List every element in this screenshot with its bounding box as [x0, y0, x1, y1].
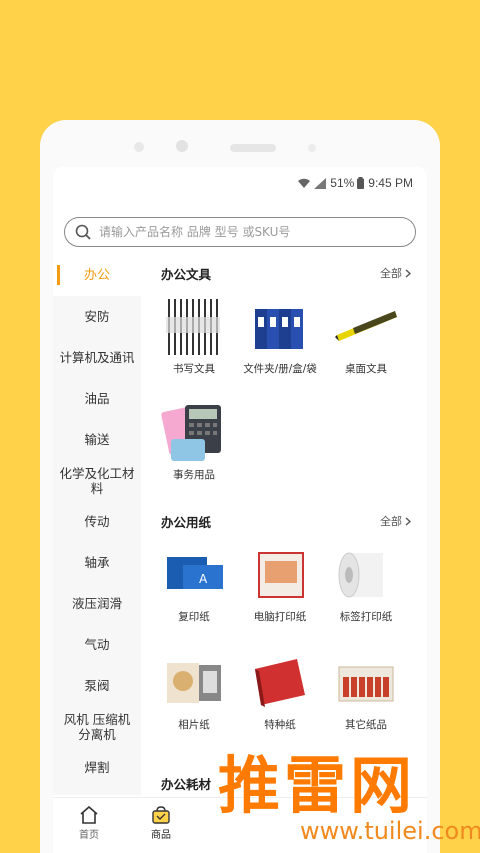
home-icon [80, 806, 98, 824]
product-tile[interactable]: 标签打印纸 [323, 543, 409, 624]
sidebar-item-chemical[interactable]: 化学及化工材料 [53, 460, 141, 501]
sidebar-item-transmission[interactable]: 传动 [53, 501, 141, 542]
sidebar-item-label: 油品 [84, 391, 110, 406]
product-label: 复印纸 [178, 611, 210, 623]
product-label: 文件夹/册/盒/袋 [243, 363, 317, 375]
sidebar-item-bearing[interactable]: 轴承 [53, 542, 141, 583]
wifi-icon [298, 178, 311, 188]
sidebar-item-label: 计算机及通讯 [59, 350, 135, 365]
other-paper-image [333, 651, 399, 715]
sidebar-item-label: 气动 [84, 637, 110, 652]
watermark-url: www.tuilei.com [300, 817, 480, 845]
category-header: 办公用纸 全部 [161, 511, 411, 531]
product-tile[interactable]: 其它纸品 [323, 651, 409, 732]
pens-image [161, 295, 227, 359]
tab-products[interactable]: 商品 [125, 798, 197, 853]
product-tile[interactable]: 事务用品 [151, 401, 237, 482]
product-label: 电脑打印纸 [253, 611, 307, 623]
sidebar-item-label: 传动 [84, 514, 110, 529]
clock: 9:45 PM [368, 176, 413, 190]
watermark: 推雷网 www.tuilei.com [214, 735, 480, 853]
sensor-dot [308, 144, 316, 152]
sidebar-item-label: 风机 压缩机 分离机 [63, 711, 131, 742]
product-label: 标签打印纸 [339, 611, 393, 623]
sidebar-item-security[interactable]: 安防 [53, 296, 141, 337]
category-title: 办公文具 [161, 266, 212, 282]
sidebar-item-computer[interactable]: 计算机及通讯 [53, 337, 141, 378]
view-all-link[interactable]: 全部 [380, 265, 411, 281]
sidebar-item-conveying[interactable]: 输送 [53, 419, 141, 460]
search-bar[interactable] [64, 217, 416, 247]
sidebar-item-pump-valve[interactable]: 泵阀 [53, 665, 141, 706]
label-roll-image [333, 543, 399, 607]
photo-paper-image [161, 651, 227, 715]
desk-stationery-image [333, 295, 399, 359]
battery-icon [357, 177, 365, 189]
sidebar-item-label: 轴承 [84, 555, 110, 570]
product-label: 相片纸 [178, 719, 210, 731]
svg-text:A: A [199, 572, 208, 586]
tab-label: 首页 [79, 830, 99, 841]
product-tile[interactable]: 特种纸 [237, 651, 323, 732]
sidebar-item-label: 泵阀 [84, 678, 110, 693]
product-label: 事务用品 [173, 469, 215, 481]
category-header: 办公文具 全部 [161, 263, 411, 283]
search-input[interactable] [99, 225, 399, 239]
product-label: 特种纸 [264, 719, 296, 731]
battery-percent: 51% [330, 176, 355, 190]
sidebar-item-label: 安防 [84, 309, 110, 324]
sidebar-item-welding[interactable]: 焊割 [53, 747, 141, 788]
watermark-title: 推雷网 [218, 749, 417, 822]
copy-paper-image: A [161, 543, 227, 607]
folders-image [247, 295, 313, 359]
chevron-right-icon [405, 268, 411, 278]
sidebar-item-label: 液压润滑 [71, 596, 122, 611]
category-title: 办公用纸 [161, 514, 212, 530]
product-tile[interactable]: 书写文具 [151, 295, 237, 376]
sidebar-item-label: 输送 [84, 432, 110, 447]
sensor-dot [134, 142, 144, 152]
earpiece-speaker [230, 144, 276, 152]
calculator-image [161, 401, 227, 465]
product-label: 其它纸品 [345, 719, 387, 731]
category-sidebar: 办公 安防 计算机及通讯 油品 输送 化学及化工材料 传动 轴承 液压润滑 气动… [53, 255, 141, 795]
status-bar: 51% 9:45 PM [53, 167, 427, 199]
sidebar-item-label: 办公 [83, 268, 110, 283]
sidebar-item-oil[interactable]: 油品 [53, 378, 141, 419]
chevron-right-icon [405, 516, 411, 526]
front-camera [176, 140, 188, 152]
sidebar-item-pneumatic[interactable]: 气动 [53, 624, 141, 665]
sidebar-item-hydraulic[interactable]: 液压润滑 [53, 583, 141, 624]
signal-icon [314, 177, 327, 189]
sidebar-item-label: 化学及化工材料 [59, 465, 135, 496]
search-icon [75, 224, 91, 240]
tab-home[interactable]: 首页 [53, 798, 125, 853]
sidebar-item-fan-compressor[interactable]: 风机 压缩机 分离机 [53, 706, 141, 747]
product-content: 办公文具 全部 书写文具 文件夹/册/盒/袋 桌面文具 事务用品 办公用纸 全部… [141, 255, 427, 795]
printer-paper-image [247, 543, 313, 607]
sidebar-item-label: 焊割 [84, 760, 110, 775]
category-title: 办公耗材 [161, 776, 212, 792]
shopping-bag-icon [152, 806, 170, 824]
product-label: 桌面文具 [345, 363, 387, 375]
sidebar-item-office[interactable]: 办公 [53, 255, 141, 296]
view-all-link[interactable]: 全部 [380, 513, 411, 529]
product-tile[interactable]: 电脑打印纸 [237, 543, 323, 624]
product-label: 书写文具 [173, 363, 215, 375]
tab-label: 商品 [151, 830, 171, 841]
product-tile[interactable]: 文件夹/册/盒/袋 [237, 295, 323, 376]
product-tile[interactable]: 相片纸 [151, 651, 237, 732]
product-tile[interactable]: A 复印纸 [151, 543, 237, 624]
product-tile[interactable]: 桌面文具 [323, 295, 409, 376]
special-paper-image [247, 651, 313, 715]
